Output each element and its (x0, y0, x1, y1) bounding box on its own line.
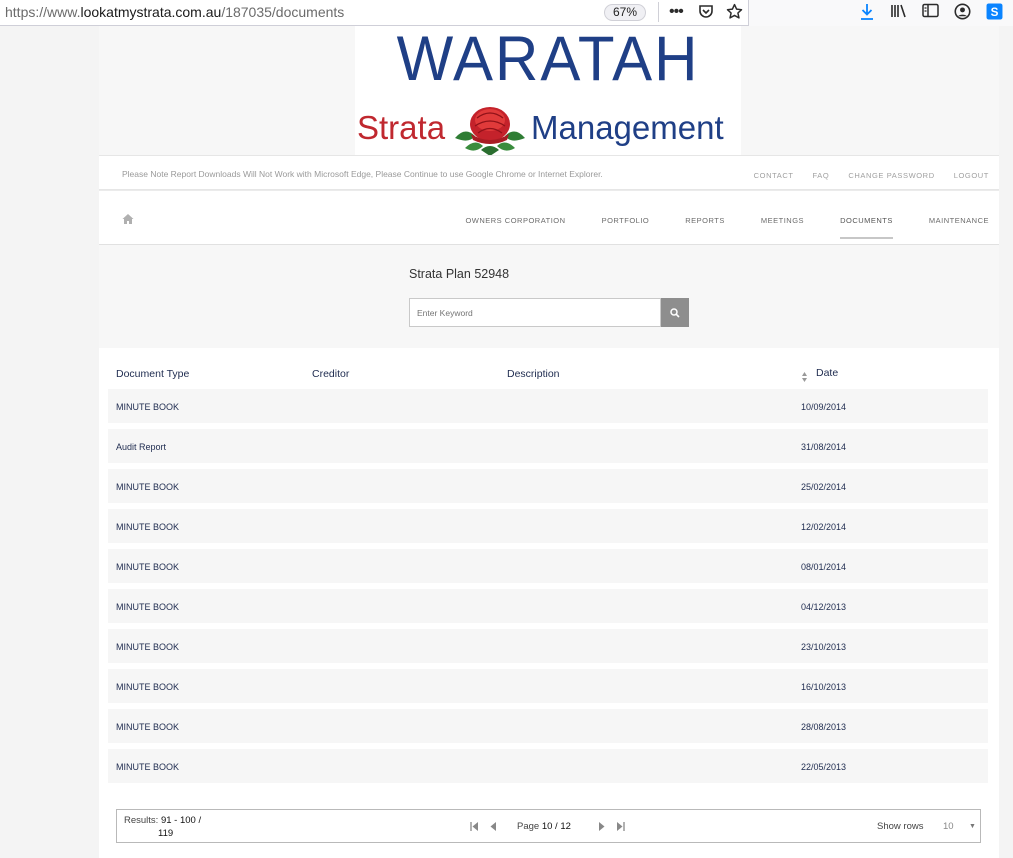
chevron-down-icon[interactable]: ▼ (969, 823, 976, 830)
table-header: Document Type Creditor Description Date (108, 367, 988, 386)
table-row[interactable]: MINUTE BOOK 12/02/2014 (108, 509, 988, 543)
page: WARATAH Strata Management Please Note Re… (99, 23, 999, 858)
cell-document-type[interactable]: MINUTE BOOK (116, 602, 179, 612)
cell-date: 25/02/2014 (801, 482, 847, 492)
table-row[interactable]: MINUTE BOOK 10/09/2014 (108, 389, 988, 423)
documents-table: Document Type Creditor Description Date … (99, 348, 999, 858)
sort-icon[interactable] (802, 372, 807, 382)
url-text[interactable]: https://www.lookatmystrata.com.au/187035… (5, 4, 344, 20)
cell-document-type[interactable]: MINUTE BOOK (116, 562, 179, 572)
cell-document-type[interactable]: MINUTE BOOK (116, 482, 179, 492)
results-count: Results: 91 - 100 / 119 (124, 815, 202, 839)
header-creditor[interactable]: Creditor (312, 368, 349, 380)
last-page-icon[interactable] (616, 822, 625, 831)
change-password-link[interactable]: CHANGE PASSWORD (848, 171, 934, 180)
zoom-level[interactable]: 67% (604, 4, 646, 21)
table-row[interactable]: MINUTE BOOK 28/08/2013 (108, 709, 988, 743)
previous-page-icon[interactable] (489, 822, 498, 831)
nav-portfolio[interactable]: PORTFOLIO (602, 216, 650, 225)
cell-date: 04/12/2013 (801, 602, 847, 612)
keyword-search-input[interactable] (409, 298, 661, 327)
nav-owners-corporation[interactable]: OWNERS CORPORATION (465, 216, 565, 225)
logo-word-strata: Strata (357, 109, 446, 146)
cell-document-type[interactable]: Audit Report (116, 442, 166, 452)
logo-word-management: Management (531, 109, 724, 146)
contact-link[interactable]: CONTACT (754, 171, 794, 180)
nav-reports[interactable]: REPORTS (685, 216, 725, 225)
next-page-icon[interactable] (597, 822, 606, 831)
page-indicator: Page 10 / 12 (517, 821, 571, 832)
cell-document-type[interactable]: MINUTE BOOK (116, 642, 179, 652)
cell-document-type[interactable]: MINUTE BOOK (116, 402, 179, 412)
browser-notice: Please Note Report Downloads Will Not Wo… (122, 169, 603, 179)
cell-date: 08/01/2014 (801, 562, 847, 572)
cell-date: 31/08/2014 (801, 442, 847, 452)
first-page-icon[interactable] (470, 822, 479, 831)
faq-link[interactable]: FAQ (813, 171, 830, 180)
search-icon (670, 308, 680, 318)
cell-date: 10/09/2014 (801, 402, 847, 412)
table-row[interactable]: Audit Report 31/08/2014 (108, 429, 988, 463)
logo-title: WARATAH (396, 23, 700, 94)
logout-link[interactable]: LOGOUT (954, 171, 989, 180)
notice-bar: Please Note Report Downloads Will Not Wo… (99, 155, 999, 190)
cell-date: 12/02/2014 (801, 522, 847, 532)
cell-document-type[interactable]: MINUTE BOOK (116, 682, 179, 692)
home-icon[interactable] (122, 213, 134, 225)
header-description[interactable]: Description (507, 368, 560, 380)
svg-text:S: S (991, 6, 999, 19)
skype-extension-icon[interactable]: S (986, 3, 1003, 26)
more-actions-icon[interactable]: ••• (669, 2, 684, 22)
table-row[interactable]: MINUTE BOOK 23/10/2013 (108, 629, 988, 663)
header-document-type[interactable]: Document Type (116, 368, 189, 380)
cell-document-type[interactable]: MINUTE BOOK (116, 762, 179, 772)
cell-document-type[interactable]: MINUTE BOOK (116, 522, 179, 532)
pagination-bar: Results: 91 - 100 / 119 Page 10 / 12 Sho… (116, 809, 981, 843)
header-date[interactable]: Date (816, 367, 838, 379)
sidebar-icon[interactable] (922, 3, 939, 24)
nav-maintenance[interactable]: MAINTENANCE (929, 216, 989, 225)
library-icon[interactable] (890, 3, 908, 25)
top-links: CONTACT FAQ CHANGE PASSWORD LOGOUT (754, 171, 989, 180)
account-icon[interactable] (954, 3, 971, 26)
table-row[interactable]: MINUTE BOOK 25/02/2014 (108, 469, 988, 503)
cell-date: 22/05/2013 (801, 762, 847, 772)
cell-date: 23/10/2013 (801, 642, 847, 652)
divider (658, 2, 659, 22)
header-logo-area: WARATAH Strata Management (99, 23, 999, 156)
plan-title: Strata Plan 52948 (409, 267, 510, 281)
company-logo[interactable]: WARATAH Strata Management (355, 23, 741, 156)
table-row[interactable]: MINUTE BOOK 08/01/2014 (108, 549, 988, 583)
table-row[interactable]: MINUTE BOOK 16/10/2013 (108, 669, 988, 703)
cell-date: 16/10/2013 (801, 682, 847, 692)
cell-date: 28/08/2013 (801, 722, 847, 732)
cell-document-type[interactable]: MINUTE BOOK (116, 722, 179, 732)
search-area: Strata Plan 52948 (99, 246, 999, 348)
waratah-flower-icon (455, 107, 525, 156)
nav-documents[interactable]: DOCUMENTS (840, 216, 893, 239)
nav-items: OWNERS CORPORATION PORTFOLIO REPORTS MEE… (429, 216, 989, 239)
rows-per-page-select[interactable]: 10 (943, 821, 954, 832)
table-row[interactable]: MINUTE BOOK 22/05/2013 (108, 749, 988, 783)
main-nav: OWNERS CORPORATION PORTFOLIO REPORTS MEE… (99, 190, 999, 245)
download-icon[interactable] (859, 3, 875, 27)
search-button[interactable] (661, 298, 689, 327)
nav-meetings[interactable]: MEETINGS (761, 216, 804, 225)
table-row[interactable]: MINUTE BOOK 04/12/2013 (108, 589, 988, 623)
show-rows-label: Show rows (877, 821, 924, 832)
